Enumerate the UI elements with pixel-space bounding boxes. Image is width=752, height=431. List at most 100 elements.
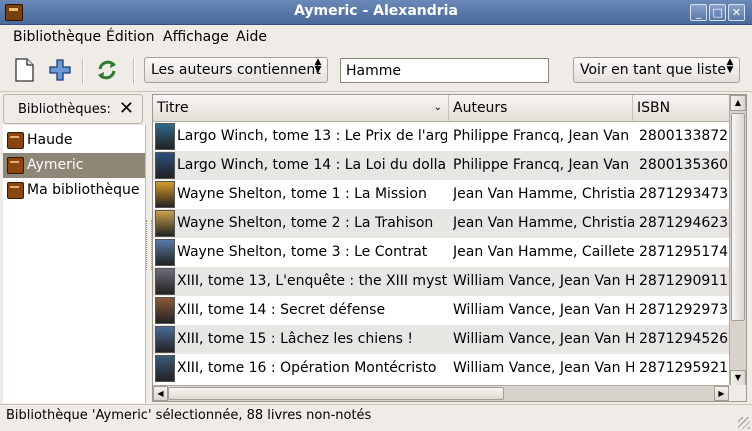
library-list: Haude Aymeric Ma bibliothèque: [3, 125, 146, 403]
cell-isbn: 2871295174: [639, 244, 729, 260]
view-combo[interactable]: Voir en tant que liste ▲ ▼: [573, 57, 740, 83]
close-button[interactable]: ✕: [728, 4, 745, 21]
menu-aide[interactable]: Aide: [236, 29, 267, 45]
table-row[interactable]: XIII, tome 13, L'enquête : the XIII myst…: [153, 267, 729, 296]
horizontal-scroll-thumb[interactable]: [168, 387, 504, 400]
column-header-isbn[interactable]: ISBN: [633, 95, 729, 121]
cell-isbn: 2871293473: [639, 186, 729, 202]
minimize-button[interactable]: _: [690, 4, 707, 21]
cell-authors: William Vance, Jean Van Hamme: [453, 302, 634, 318]
close-icon[interactable]: ✕: [119, 98, 134, 119]
cell-isbn: 2871294526: [639, 331, 729, 347]
table-row[interactable]: XIII, tome 15 : Lâchez les chiens ! Will…: [153, 325, 729, 354]
table-row[interactable]: Largo Winch, tome 14 : La Loi du dollar …: [153, 151, 729, 180]
scroll-corner: [729, 385, 746, 401]
book-cover-image: [155, 152, 175, 179]
sidebar-title: Bibliothèques:: [18, 102, 111, 117]
sidebar-item-label: Ma bibliothèque: [27, 182, 140, 198]
menu-bar: Bibliothèque Édition Affichage Aide: [0, 25, 752, 49]
menu-edition[interactable]: Édition: [106, 29, 154, 45]
cell-authors: Jean Van Hamme, Cailleteau: [453, 244, 634, 260]
vertical-scroll-thumb[interactable]: [731, 113, 745, 321]
toolbar-separator: [82, 58, 84, 84]
column-header-label: ISBN: [637, 100, 671, 116]
title-bar[interactable]: Aymeric - Alexandria _ □ ✕: [0, 0, 752, 25]
library-icon: [7, 157, 24, 174]
toolbar-separator: [133, 58, 135, 84]
scroll-left-button[interactable]: ◀: [153, 386, 168, 401]
cell-isbn: 2871290911: [639, 273, 729, 289]
book-cover-image: [155, 239, 175, 266]
scroll-up-button[interactable]: ▲: [730, 95, 746, 111]
sidebar-item-aymeric[interactable]: Aymeric: [3, 153, 145, 178]
cell-isbn: 2871292973: [639, 302, 729, 318]
search-input[interactable]: [340, 58, 549, 83]
column-header-auteurs[interactable]: Auteurs: [449, 95, 633, 121]
filter-combo-label: Les auteurs contiennent: [151, 62, 321, 78]
sidebar-item-haude[interactable]: Haude: [3, 128, 145, 153]
cell-title: Largo Winch, tome 13 : Le Prix de l'arge…: [177, 128, 447, 144]
refresh-icon[interactable]: [93, 56, 121, 84]
table-row[interactable]: Wayne Shelton, tome 1 : La Mission Jean …: [153, 180, 729, 209]
cell-title: XIII, tome 13, L'enquête : the XIII myst…: [177, 273, 447, 289]
status-bar: Bibliothèque 'Aymeric' sélectionnée, 88 …: [0, 404, 752, 431]
cell-authors: William Vance, Jean Van Hamme: [453, 331, 634, 347]
sidebar-item-ma-bibliotheque[interactable]: Ma bibliothèque: [3, 178, 145, 203]
menu-affichage[interactable]: Affichage: [163, 29, 229, 45]
status-text: Bibliothèque 'Aymeric' sélectionnée, 88 …: [6, 408, 372, 423]
table-row[interactable]: Largo Winch, tome 13 : Le Prix de l'arge…: [153, 122, 729, 151]
cell-authors: William Vance, Jean Van Hamme: [453, 273, 634, 289]
scroll-right-button[interactable]: ▶: [714, 386, 729, 401]
sidebar: Bibliothèques: ✕ Haude Aymeric Ma biblio…: [0, 92, 146, 403]
menu-bibliotheque[interactable]: Bibliothèque: [13, 29, 101, 45]
book-cover-image: [155, 297, 175, 324]
cell-title: Wayne Shelton, tome 3 : Le Contrat: [177, 244, 428, 260]
column-header-titre[interactable]: Titre ⌄: [153, 95, 449, 121]
sidebar-item-label: Haude: [27, 132, 73, 148]
cell-title: Wayne Shelton, tome 1 : La Mission: [177, 186, 427, 202]
cell-isbn: 2871294623: [639, 215, 729, 231]
cell-authors: Philippe Francq, Jean Van Hamme: [453, 128, 634, 144]
column-header-label: Titre: [157, 100, 189, 116]
cell-authors: Philippe Francq, Jean Van Hamme: [453, 157, 634, 173]
book-cover-image: [155, 326, 175, 353]
cell-title: XIII, tome 14 : Secret défense: [177, 302, 386, 318]
book-cover-image: [155, 210, 175, 237]
app-window: Aymeric - Alexandria _ □ ✕ Bibliothèque …: [0, 0, 752, 430]
table-header: Titre ⌄ Auteurs ISBN: [153, 95, 729, 122]
window-title: Aymeric - Alexandria: [294, 3, 458, 19]
column-header-label: Auteurs: [453, 100, 508, 116]
sidebar-item-label: Aymeric: [27, 157, 84, 173]
scroll-down-button[interactable]: ▼: [730, 370, 746, 386]
combo-arrows-icon: ▲ ▼: [314, 57, 322, 75]
cell-title: Wayne Shelton, tome 2 : La Trahison: [177, 215, 434, 231]
cell-title: XIII, tome 16 : Opération Montécristo: [177, 360, 437, 376]
library-icon: [7, 182, 24, 199]
table-row[interactable]: Wayne Shelton, tome 2 : La Trahison Jean…: [153, 209, 729, 238]
book-cover-image: [155, 181, 175, 208]
cell-authors: Jean Van Hamme, Christian Denayer: [453, 215, 634, 231]
table-row[interactable]: Wayne Shelton, tome 3 : Le Contrat Jean …: [153, 238, 729, 267]
add-icon[interactable]: [46, 56, 74, 84]
new-document-icon[interactable]: [10, 56, 38, 84]
cell-title: Largo Winch, tome 14 : La Loi du dollar: [177, 157, 447, 173]
table-row[interactable]: XIII, tome 16 : Opération Montécristo Wi…: [153, 354, 729, 383]
book-cover-image: [155, 268, 175, 295]
cell-isbn: 2871295921: [639, 360, 729, 376]
view-combo-label: Voir en tant que liste: [580, 62, 726, 78]
cell-authors: Jean Van Hamme, Christian Denayer: [453, 186, 634, 202]
maximize-button[interactable]: □: [709, 4, 726, 21]
cell-isbn: 2800135360: [639, 157, 729, 173]
cell-title: XIII, tome 15 : Lâchez les chiens !: [177, 331, 413, 347]
horizontal-scrollbar[interactable]: ◀ ▶: [153, 385, 729, 401]
table-row[interactable]: XIII, tome 14 : Secret défense William V…: [153, 296, 729, 325]
book-cover-image: [155, 355, 175, 382]
filter-combo[interactable]: Les auteurs contiennent ▲ ▼: [144, 57, 328, 83]
window-resize-grip[interactable]: [738, 417, 750, 429]
sort-chevron-down-icon: ⌄: [433, 102, 442, 113]
combo-arrows-icon: ▲ ▼: [726, 57, 734, 75]
sidebar-header: Bibliothèques: ✕: [3, 94, 143, 124]
book-table: Titre ⌄ Auteurs ISBN Largo Winch, tome 1…: [152, 94, 747, 402]
cell-isbn: 2800133872: [639, 128, 729, 144]
vertical-scrollbar[interactable]: ▲ ▼: [729, 95, 746, 386]
